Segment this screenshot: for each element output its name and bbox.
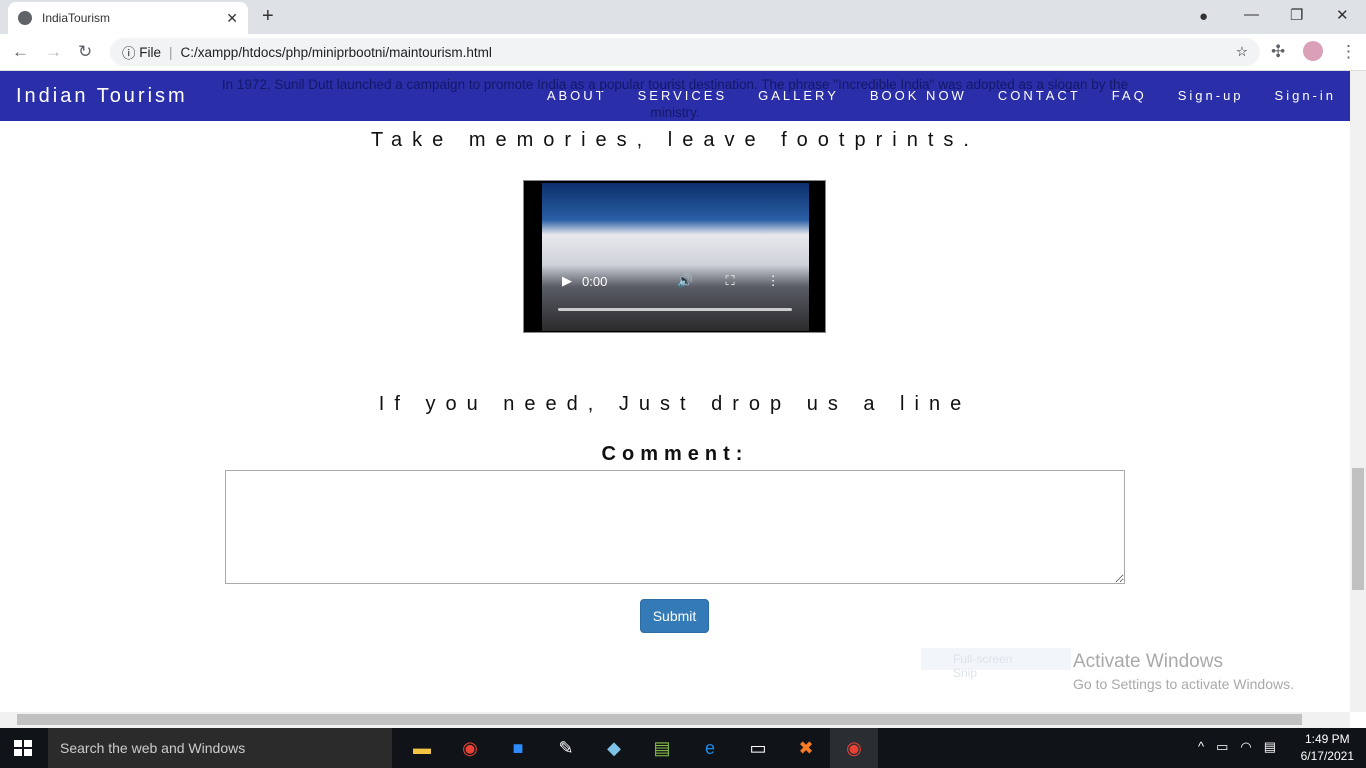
menu-icon[interactable]: ⋮: [1340, 42, 1357, 62]
edge-icon[interactable]: e: [686, 728, 734, 768]
taskbar: Search the web and Windows ▬ ◉ ■ ✎ ◆ ▤ e…: [0, 728, 1366, 768]
clock-time: 1:49 PM: [1304, 732, 1350, 746]
reload-icon[interactable]: ↻: [78, 42, 92, 62]
minimize-button[interactable]: —: [1244, 6, 1259, 23]
browser-tab[interactable]: IndiaTourism ✕: [8, 2, 248, 34]
url-text: C:/xampp/htdocs/php/miniprbootni/maintou…: [180, 44, 492, 60]
taskbar-search[interactable]: Search the web and Windows: [48, 728, 392, 768]
info-icon[interactable]: ⓘ: [122, 42, 139, 62]
tab-title: IndiaTourism: [42, 11, 111, 25]
restore-button[interactable]: ❐: [1290, 6, 1303, 24]
zoom-icon[interactable]: ■: [494, 728, 542, 768]
close-tab-icon[interactable]: ✕: [226, 10, 238, 27]
tray-expand-icon[interactable]: ^: [1198, 739, 1204, 755]
comment-label: Comment:: [601, 443, 749, 465]
xampp-icon[interactable]: ✖: [782, 728, 830, 768]
profile-dropdown-icon[interactable]: ●: [1199, 8, 1208, 25]
snip-overlay: Full-screen Snip: [921, 648, 1071, 680]
comment-textarea[interactable]: [225, 470, 1125, 584]
avatar[interactable]: [1303, 41, 1323, 61]
url-input[interactable]: ⓘ File | C:/xampp/htdocs/php/miniprbootn…: [110, 38, 1260, 66]
back-icon[interactable]: ←: [12, 42, 29, 62]
new-tab-button[interactable]: +: [262, 5, 274, 28]
chrome-icon[interactable]: ◉: [446, 728, 494, 768]
address-bar-row: ← → ↻ ⓘ File | C:/xampp/htdocs/php/minip…: [0, 34, 1366, 71]
editor-icon[interactable]: ▤: [638, 728, 686, 768]
play-icon[interactable]: ▶: [562, 273, 572, 289]
vertical-scroll-thumb[interactable]: [1352, 468, 1364, 590]
notifications-icon[interactable]: ▤: [1264, 739, 1276, 755]
video-progress-bar[interactable]: [558, 308, 792, 311]
close-window-button[interactable]: ✕: [1336, 6, 1349, 24]
battery-icon[interactable]: ▭: [1216, 739, 1228, 755]
horizontal-scroll-thumb[interactable]: [17, 714, 1302, 725]
bookmark-star-icon[interactable]: ☆: [1236, 44, 1248, 60]
forward-icon[interactable]: →: [45, 42, 62, 62]
tab-strip: IndiaTourism ✕ + ● — ❐ ✕: [0, 0, 1366, 34]
chrome-active-icon[interactable]: ◉: [830, 728, 878, 768]
video-player[interactable]: ▶ 0:00 🔊 ⛶ ⋮: [523, 180, 826, 333]
fullscreen-icon[interactable]: ⛶: [726, 273, 735, 289]
windows-start-icon[interactable]: [14, 740, 32, 756]
page-viewport: Indian Tourism ABOUT SERVICES GALLERY BO…: [0, 71, 1350, 712]
horizontal-scrollbar[interactable]: [0, 712, 1350, 728]
nav-sign-up[interactable]: Sign-up: [1178, 88, 1244, 103]
wifi-icon[interactable]: ◠: [1240, 739, 1251, 755]
url-scheme: File: [139, 44, 162, 60]
scrolled-paragraph: In 1972, Sunil Dutt launched a campaign …: [221, 77, 1129, 120]
vertical-scrollbar[interactable]: [1350, 71, 1366, 712]
file-explorer-icon[interactable]: ▬: [398, 728, 446, 768]
globe-icon: [18, 11, 32, 25]
clock-date: 6/17/2021: [1300, 749, 1354, 763]
activate-subtitle: Go to Settings to activate Windows.: [1073, 676, 1294, 692]
tagline: Take memories, leave footprints.: [371, 129, 979, 151]
brand-logo[interactable]: Indian Tourism: [16, 85, 188, 108]
more-options-icon[interactable]: ⋮: [767, 273, 780, 289]
volume-icon[interactable]: 🔊: [677, 273, 693, 289]
paint-icon[interactable]: ✎: [542, 728, 590, 768]
terminal-icon[interactable]: ▭: [734, 728, 782, 768]
contact-heading: If you need, Just drop us a line: [378, 393, 972, 415]
notes-icon[interactable]: ◆: [590, 728, 638, 768]
submit-button[interactable]: Submit: [640, 599, 709, 633]
nav-sign-in[interactable]: Sign-in: [1275, 88, 1336, 103]
activate-windows-watermark: Activate Windows Go to Settings to activ…: [1073, 651, 1294, 692]
clock[interactable]: 1:49 PM 6/17/2021: [1301, 731, 1354, 765]
activate-title: Activate Windows: [1073, 651, 1223, 672]
video-time: 0:00: [582, 273, 608, 289]
extensions-icon[interactable]: ✣: [1271, 42, 1285, 62]
